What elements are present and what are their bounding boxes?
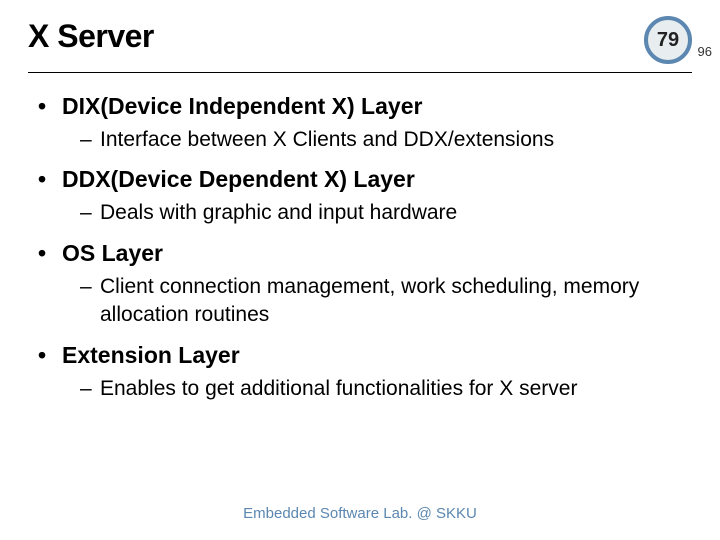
sub-list: – Client connection management, work sch…	[38, 273, 692, 330]
sub-text: Deals with graphic and input hardware	[100, 199, 692, 227]
bullet-icon: •	[38, 91, 62, 122]
sub-text: Interface between X Clients and DDX/exte…	[100, 126, 692, 154]
list-item: • DIX(Device Independent X) Layer – Inte…	[38, 91, 692, 154]
slide-footer: Embedded Software Lab. @ SKKU	[0, 505, 720, 522]
bullet-icon: •	[38, 164, 62, 195]
sub-list: – Deals with graphic and input hardware	[38, 199, 692, 227]
slide-header: X Server 79	[28, 18, 692, 64]
list-item: • OS Layer – Client connection managemen…	[38, 238, 692, 330]
list-item: • DDX(Device Dependent X) Layer – Deals …	[38, 164, 692, 227]
bullet-icon: •	[38, 238, 62, 269]
slide-title: X Server	[28, 18, 154, 55]
sub-list-item: – Interface between X Clients and DDX/ex…	[38, 126, 692, 154]
dash-icon: –	[80, 126, 100, 154]
sub-list-item: – Enables to get additional functionalit…	[38, 375, 692, 403]
sub-list: – Interface between X Clients and DDX/ex…	[38, 126, 692, 154]
dash-icon: –	[80, 273, 100, 301]
page-badge: 79	[644, 16, 692, 64]
heading-text: Extension Layer	[62, 340, 240, 371]
page-total: 96	[698, 44, 712, 59]
list-item-heading: • Extension Layer	[38, 340, 692, 371]
sub-list-item: – Client connection management, work sch…	[38, 273, 692, 330]
sub-text: Enables to get additional functionalitie…	[100, 375, 692, 403]
bullet-icon: •	[38, 340, 62, 371]
sub-list: – Enables to get additional functionalit…	[38, 375, 692, 403]
list-item-heading: • OS Layer	[38, 238, 692, 269]
list-item-heading: • DDX(Device Dependent X) Layer	[38, 164, 692, 195]
dash-icon: –	[80, 199, 100, 227]
heading-text: DDX(Device Dependent X) Layer	[62, 164, 415, 195]
heading-text: OS Layer	[62, 238, 163, 269]
header-divider	[28, 72, 692, 73]
sub-text: Client connection management, work sched…	[100, 273, 692, 330]
sub-list-item: – Deals with graphic and input hardware	[38, 199, 692, 227]
list-item: • Extension Layer – Enables to get addit…	[38, 340, 692, 403]
dash-icon: –	[80, 375, 100, 403]
slide: X Server 79 96 • DIX(Device Independent …	[0, 0, 720, 540]
list-item-heading: • DIX(Device Independent X) Layer	[38, 91, 692, 122]
page-current: 79	[657, 29, 679, 52]
heading-text: DIX(Device Independent X) Layer	[62, 91, 422, 122]
bullet-list: • DIX(Device Independent X) Layer – Inte…	[28, 91, 692, 403]
